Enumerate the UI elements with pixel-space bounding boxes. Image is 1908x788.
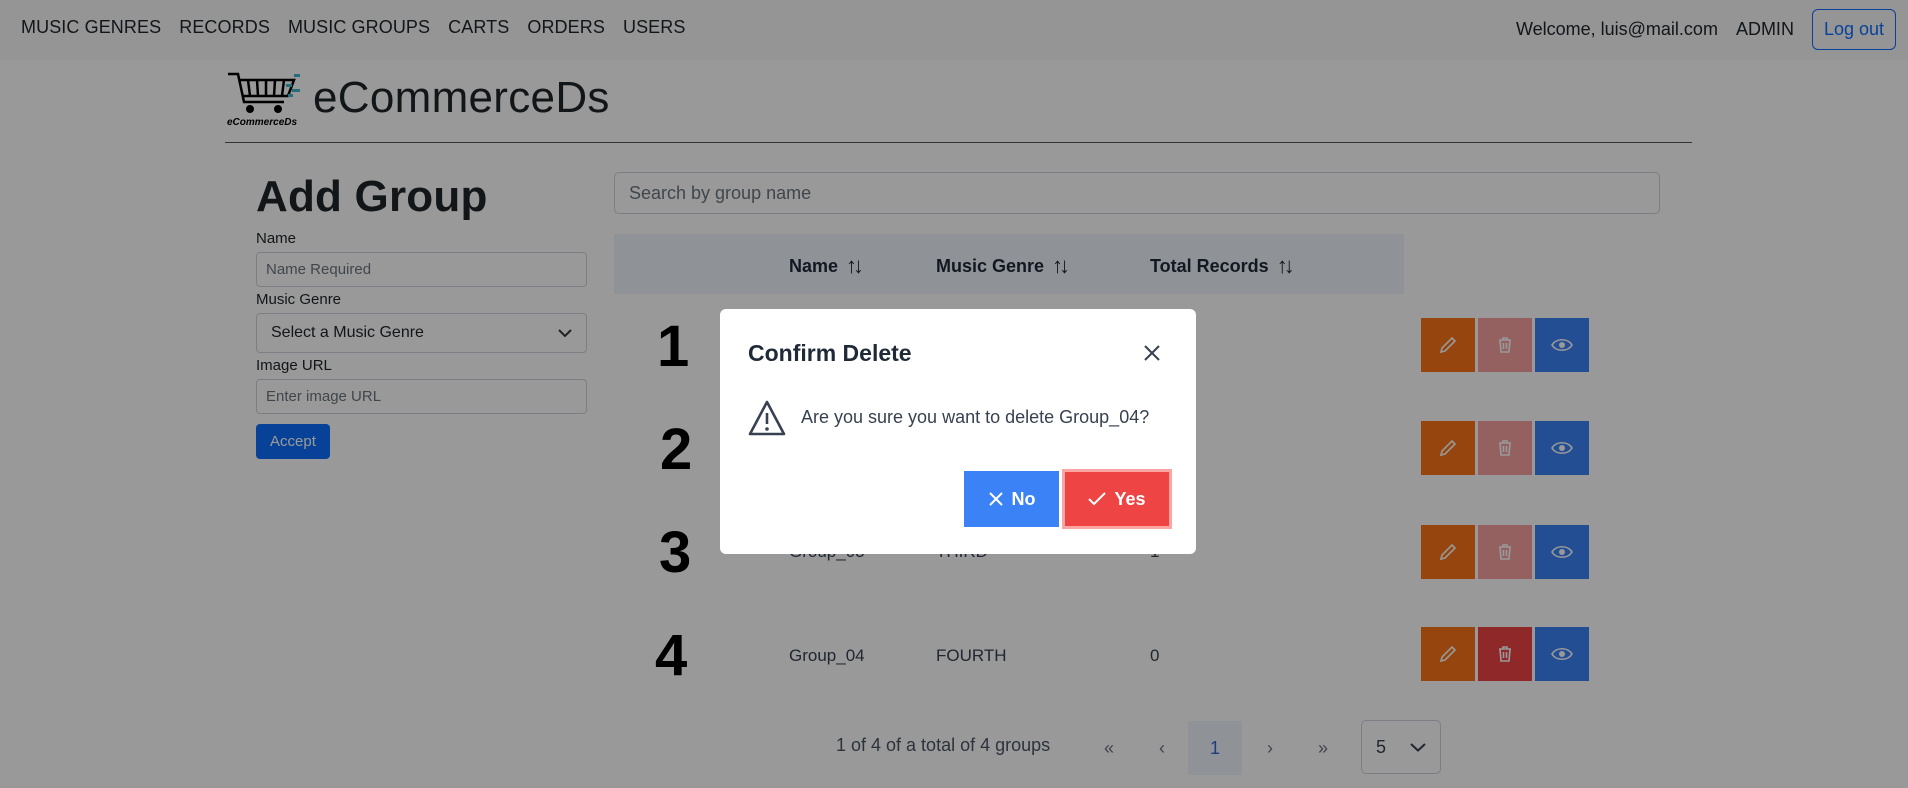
dialog-title: Confirm Delete (748, 340, 912, 366)
close-icon[interactable] (1140, 341, 1164, 365)
yes-button-label: Yes (1114, 488, 1146, 509)
no-button[interactable]: No (964, 471, 1059, 527)
no-button-label: No (1011, 488, 1036, 509)
warning-icon (748, 400, 786, 436)
yes-button[interactable]: Yes (1062, 469, 1172, 529)
close-icon (988, 492, 1003, 506)
dialog-message: Are you sure you want to delete Group_04… (801, 407, 1150, 427)
confirm-delete-dialog: Confirm Delete Are you sure you want to … (720, 309, 1196, 554)
check-icon (1088, 492, 1107, 506)
